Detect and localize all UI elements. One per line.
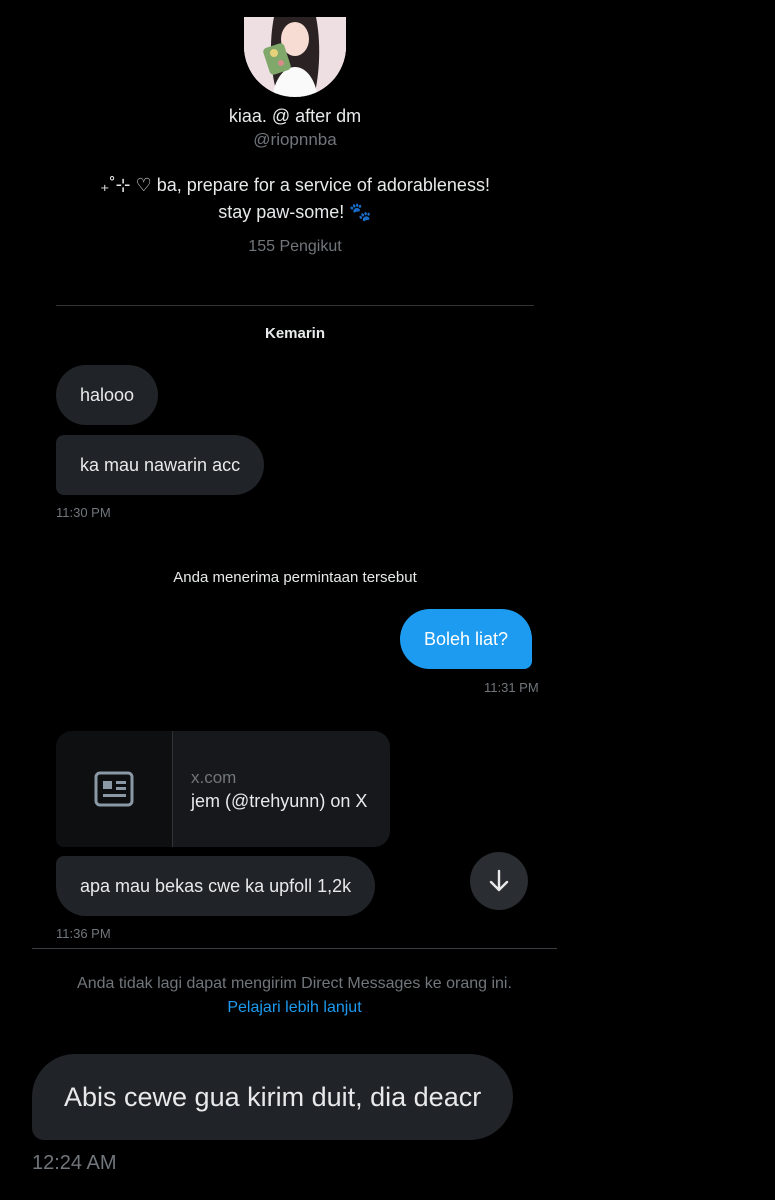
profile-avatar[interactable] — [244, 17, 346, 97]
message-timestamp: 11:30 PM — [56, 505, 111, 520]
incoming-message[interactable]: apa mau bekas cwe ka upfoll 1,2k — [56, 856, 376, 916]
day-separator: Kemarin — [264, 325, 326, 342]
message-timestamp: 11:31 PM — [484, 680, 539, 695]
arrow-down-icon — [489, 869, 509, 892]
message-timestamp: 11:36 PM — [56, 926, 111, 941]
link-preview-card[interactable]: x.com jem (@trehyunn) on X — [56, 731, 390, 847]
article-icon — [56, 731, 173, 847]
request-accepted-notice: Anda menerima permintaan tersebut — [173, 569, 417, 586]
followers-count[interactable]: 155 Pengikut — [0, 238, 590, 256]
learn-more-link[interactable]: Pelajari lebih lanjut — [32, 999, 557, 1017]
incoming-message[interactable]: ka mau nawarin acc — [56, 435, 265, 495]
divider — [56, 305, 534, 306]
profile-handle: @riopnnba — [253, 130, 337, 149]
bio-line-1: ₊˚⊹ ♡ ba, prepare for a service of adora… — [100, 175, 490, 195]
profile-bio: ₊˚⊹ ♡ ba, prepare for a service of adora… — [0, 172, 590, 226]
link-title: jem (@trehyunn) on X — [191, 791, 368, 811]
caption-timestamp: 12:24 AM — [32, 1152, 117, 1174]
caption-message[interactable]: Abis cewe gua kirim duit, dia deacr — [32, 1054, 514, 1140]
divider — [32, 948, 557, 949]
outgoing-message[interactable]: Boleh liat? — [400, 609, 533, 669]
profile-name[interactable]: kiaa. @ after dm — [0, 106, 590, 127]
cannot-message-notice: Anda tidak lagi dapat mengirim Direct Me… — [77, 975, 512, 992]
link-domain: x.com — [191, 768, 237, 787]
bio-line-2: stay paw-some! 🐾 — [218, 202, 372, 222]
scroll-to-bottom-button[interactable] — [470, 852, 528, 910]
incoming-message[interactable]: halooo — [56, 365, 159, 425]
